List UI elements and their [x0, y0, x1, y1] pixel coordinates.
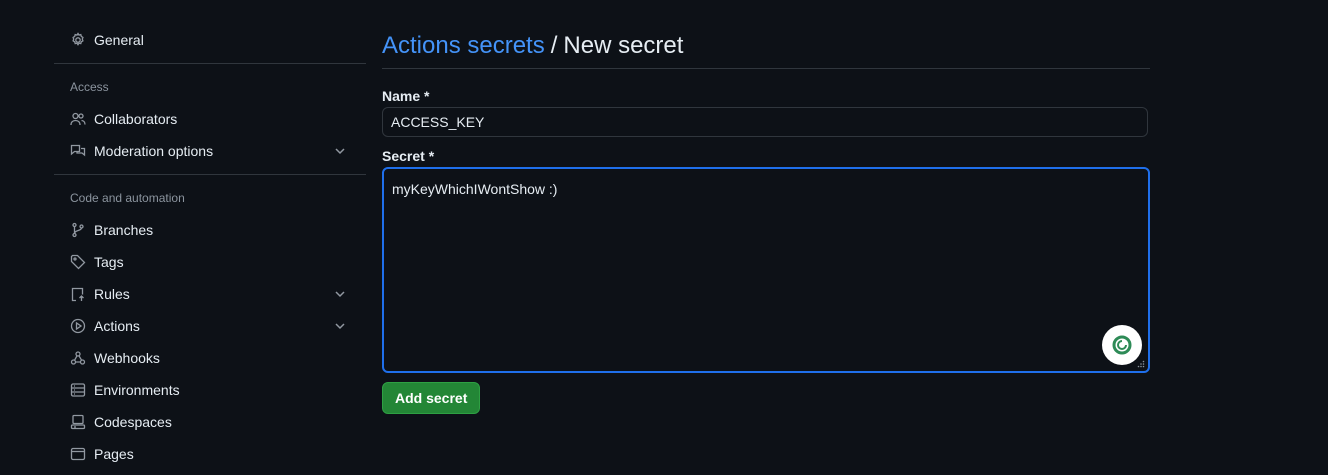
sidebar-item-label: Actions	[94, 318, 140, 334]
play-icon	[70, 318, 86, 334]
sidebar-item-label: Moderation options	[94, 143, 214, 159]
comment-discussion-icon	[70, 143, 86, 159]
sidebar-item-moderation-options[interactable]: Moderation options	[54, 135, 366, 167]
secret-field-wrapper: myKeyWhichIWontShow :)	[382, 167, 1150, 373]
sidebar-item-label: Webhooks	[94, 350, 160, 366]
main-content: Actions secrets / New secret Name * Secr…	[382, 24, 1150, 414]
resize-handle-icon[interactable]	[1137, 360, 1145, 368]
repo-push-icon	[70, 286, 86, 302]
grammarly-icon[interactable]	[1102, 325, 1142, 365]
page-title-text: New secret	[563, 32, 684, 59]
sidebar-divider	[54, 63, 366, 64]
name-field[interactable]	[382, 107, 1148, 137]
breadcrumb-actions-secrets-link[interactable]: Actions secrets	[382, 32, 545, 60]
sidebar-item-environments[interactable]: Environments	[54, 374, 366, 406]
chevron-down-icon	[335, 291, 345, 298]
section-heading-access: Access	[70, 80, 109, 94]
sidebar-item-label: General	[94, 32, 144, 48]
chevron-down-icon	[335, 323, 345, 330]
sidebar-item-label: Rules	[94, 286, 130, 302]
git-branch-icon	[70, 222, 86, 238]
sidebar-item-webhooks[interactable]: Webhooks	[54, 342, 366, 374]
sidebar-item-label: Collaborators	[94, 111, 178, 127]
chevron-down-icon	[335, 148, 345, 155]
sidebar-item-label: Pages	[94, 446, 134, 462]
webhook-icon	[70, 350, 86, 366]
sidebar-item-codespaces[interactable]: Codespaces	[54, 406, 366, 438]
settings-sidebar: General Access Collaborators Moderation …	[54, 24, 366, 470]
codespaces-icon	[70, 414, 86, 430]
add-secret-button[interactable]: Add secret	[382, 382, 481, 414]
secret-field[interactable]: myKeyWhichIWontShow :)	[382, 167, 1150, 373]
breadcrumb-separator: /	[550, 32, 558, 59]
sidebar-item-label: Codespaces	[94, 414, 172, 430]
sidebar-item-rules[interactable]: Rules	[54, 278, 366, 310]
section-heading-code-automation: Code and automation	[70, 191, 185, 205]
secret-field-label: Secret *	[382, 148, 435, 164]
page-title: Actions secrets / New secret	[382, 24, 1150, 69]
sidebar-item-label: Environments	[94, 382, 180, 398]
sidebar-item-pages[interactable]: Pages	[54, 438, 366, 470]
sidebar-item-tags[interactable]: Tags	[54, 246, 366, 278]
sidebar-item-label: Branches	[94, 222, 154, 238]
sidebar-item-actions[interactable]: Actions	[54, 310, 366, 342]
sidebar-item-branches[interactable]: Branches	[54, 214, 366, 246]
gear-icon	[70, 32, 86, 48]
sidebar-item-collaborators[interactable]: Collaborators	[54, 103, 366, 135]
server-icon	[70, 382, 86, 398]
browser-icon	[70, 446, 86, 462]
sidebar-divider	[54, 174, 366, 175]
name-field-label: Name *	[382, 88, 430, 104]
sidebar-item-general[interactable]: General	[54, 24, 366, 56]
tag-icon	[70, 254, 86, 270]
sidebar-item-label: Tags	[94, 254, 124, 270]
people-icon	[70, 111, 86, 127]
